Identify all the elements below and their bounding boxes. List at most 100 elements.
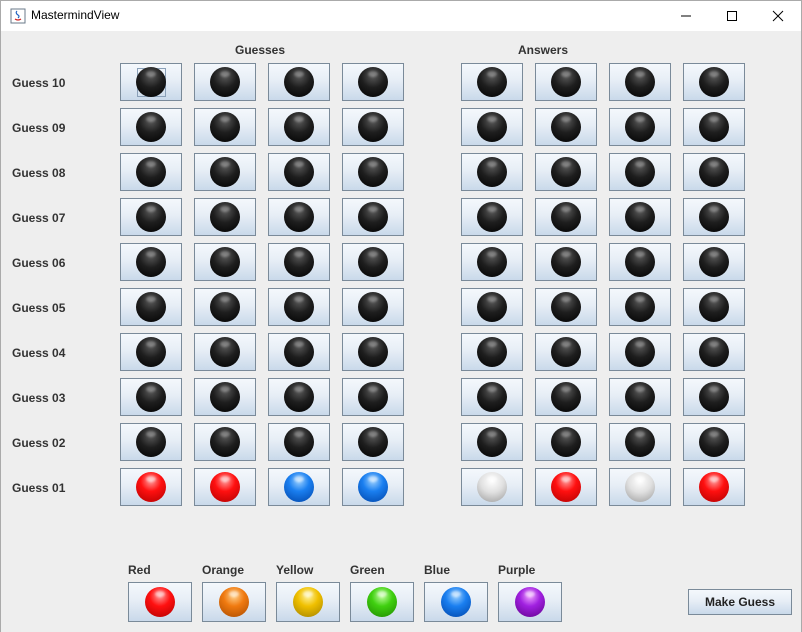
guess-peg-button[interactable]: [120, 333, 182, 371]
answer-peg-button[interactable]: [461, 198, 523, 236]
guess-peg-button[interactable]: [268, 378, 330, 416]
palette-yellow-button[interactable]: [276, 582, 340, 622]
answer-peg-button[interactable]: [535, 243, 597, 281]
guess-peg-button[interactable]: [342, 108, 404, 146]
guess-peg-button[interactable]: [268, 423, 330, 461]
title-bar[interactable]: MastermindView: [1, 1, 801, 31]
black-peg-icon: [284, 112, 314, 142]
answer-peg-button[interactable]: [609, 333, 671, 371]
answer-peg-button[interactable]: [683, 153, 745, 191]
guess-peg-button[interactable]: [342, 468, 404, 506]
guess-peg-button[interactable]: [194, 378, 256, 416]
guess-peg-button[interactable]: [342, 378, 404, 416]
red-peg-icon: [136, 472, 166, 502]
guess-peg-button[interactable]: [120, 468, 182, 506]
guess-peg-button[interactable]: [120, 153, 182, 191]
guess-peg-button[interactable]: [120, 288, 182, 326]
guess-peg-button[interactable]: [268, 198, 330, 236]
answer-peg-button[interactable]: [683, 108, 745, 146]
guess-peg-button[interactable]: [120, 378, 182, 416]
black-peg-icon: [551, 112, 581, 142]
answer-peg-button[interactable]: [683, 333, 745, 371]
black-peg-icon: [358, 67, 388, 97]
answer-peg-button[interactable]: [535, 63, 597, 101]
guess-peg-button[interactable]: [342, 198, 404, 236]
answer-peg-button[interactable]: [609, 468, 671, 506]
guess-peg-button[interactable]: [194, 63, 256, 101]
guess-peg-button[interactable]: [342, 333, 404, 371]
guess-peg-button[interactable]: [342, 63, 404, 101]
answer-peg-button[interactable]: [461, 378, 523, 416]
answer-peg-button[interactable]: [535, 423, 597, 461]
answer-peg-button[interactable]: [609, 153, 671, 191]
minimize-button[interactable]: [663, 1, 709, 31]
guess-peg-button[interactable]: [120, 243, 182, 281]
guess-peg-button[interactable]: [194, 198, 256, 236]
answer-peg-button[interactable]: [461, 333, 523, 371]
answer-peg-button[interactable]: [535, 468, 597, 506]
answer-peg-button[interactable]: [683, 288, 745, 326]
guess-peg-button[interactable]: [342, 288, 404, 326]
guess-peg-button[interactable]: [268, 63, 330, 101]
answer-peg-button[interactable]: [461, 108, 523, 146]
black-peg-icon: [699, 202, 729, 232]
guess-peg-button[interactable]: [268, 288, 330, 326]
answer-peg-button[interactable]: [461, 423, 523, 461]
close-button[interactable]: [755, 1, 801, 31]
answer-peg-button[interactable]: [609, 63, 671, 101]
guess-peg-button[interactable]: [342, 243, 404, 281]
answer-peg-button[interactable]: [683, 378, 745, 416]
guess-peg-button[interactable]: [268, 243, 330, 281]
white-peg-icon: [625, 472, 655, 502]
maximize-button[interactable]: [709, 1, 755, 31]
guess-peg-button[interactable]: [120, 198, 182, 236]
guess-peg-button[interactable]: [268, 333, 330, 371]
black-peg-icon: [210, 202, 240, 232]
palette-label: Blue: [424, 563, 451, 577]
answer-peg-button[interactable]: [535, 153, 597, 191]
answer-peg-button[interactable]: [609, 108, 671, 146]
guess-peg-button[interactable]: [194, 153, 256, 191]
answer-peg-button[interactable]: [683, 423, 745, 461]
answer-peg-button[interactable]: [461, 288, 523, 326]
guess-peg-button[interactable]: [120, 63, 182, 101]
guess-peg-button[interactable]: [342, 423, 404, 461]
answer-peg-button[interactable]: [609, 243, 671, 281]
answer-peg-button[interactable]: [683, 468, 745, 506]
answer-peg-button[interactable]: [683, 63, 745, 101]
blue-peg-icon: [358, 472, 388, 502]
answer-peg-button[interactable]: [535, 198, 597, 236]
answer-peg-button[interactable]: [535, 378, 597, 416]
palette-orange-button[interactable]: [202, 582, 266, 622]
palette-green-button[interactable]: [350, 582, 414, 622]
guess-peg-button[interactable]: [268, 108, 330, 146]
answer-peg-button[interactable]: [609, 378, 671, 416]
guess-peg-button[interactable]: [194, 423, 256, 461]
answer-peg-button[interactable]: [461, 243, 523, 281]
guess-peg-button[interactable]: [268, 153, 330, 191]
guess-peg-button[interactable]: [120, 108, 182, 146]
answer-peg-button[interactable]: [609, 288, 671, 326]
guess-peg-button[interactable]: [194, 468, 256, 506]
guess-peg-button[interactable]: [120, 423, 182, 461]
answer-peg-button[interactable]: [535, 288, 597, 326]
guess-peg-button[interactable]: [342, 153, 404, 191]
answer-peg-button[interactable]: [609, 423, 671, 461]
palette-purple-button[interactable]: [498, 582, 562, 622]
palette-blue-button[interactable]: [424, 582, 488, 622]
answer-peg-button[interactable]: [683, 243, 745, 281]
answer-peg-button[interactable]: [683, 198, 745, 236]
answer-peg-button[interactable]: [535, 333, 597, 371]
make-guess-button[interactable]: Make Guess: [688, 589, 792, 615]
guess-peg-button[interactable]: [194, 243, 256, 281]
guess-peg-button[interactable]: [194, 288, 256, 326]
answer-peg-button[interactable]: [609, 198, 671, 236]
answer-peg-button[interactable]: [461, 63, 523, 101]
guess-peg-button[interactable]: [194, 333, 256, 371]
guess-peg-button[interactable]: [268, 468, 330, 506]
palette-red-button[interactable]: [128, 582, 192, 622]
answer-peg-button[interactable]: [461, 468, 523, 506]
answer-peg-button[interactable]: [461, 153, 523, 191]
guess-peg-button[interactable]: [194, 108, 256, 146]
answer-peg-button[interactable]: [535, 108, 597, 146]
